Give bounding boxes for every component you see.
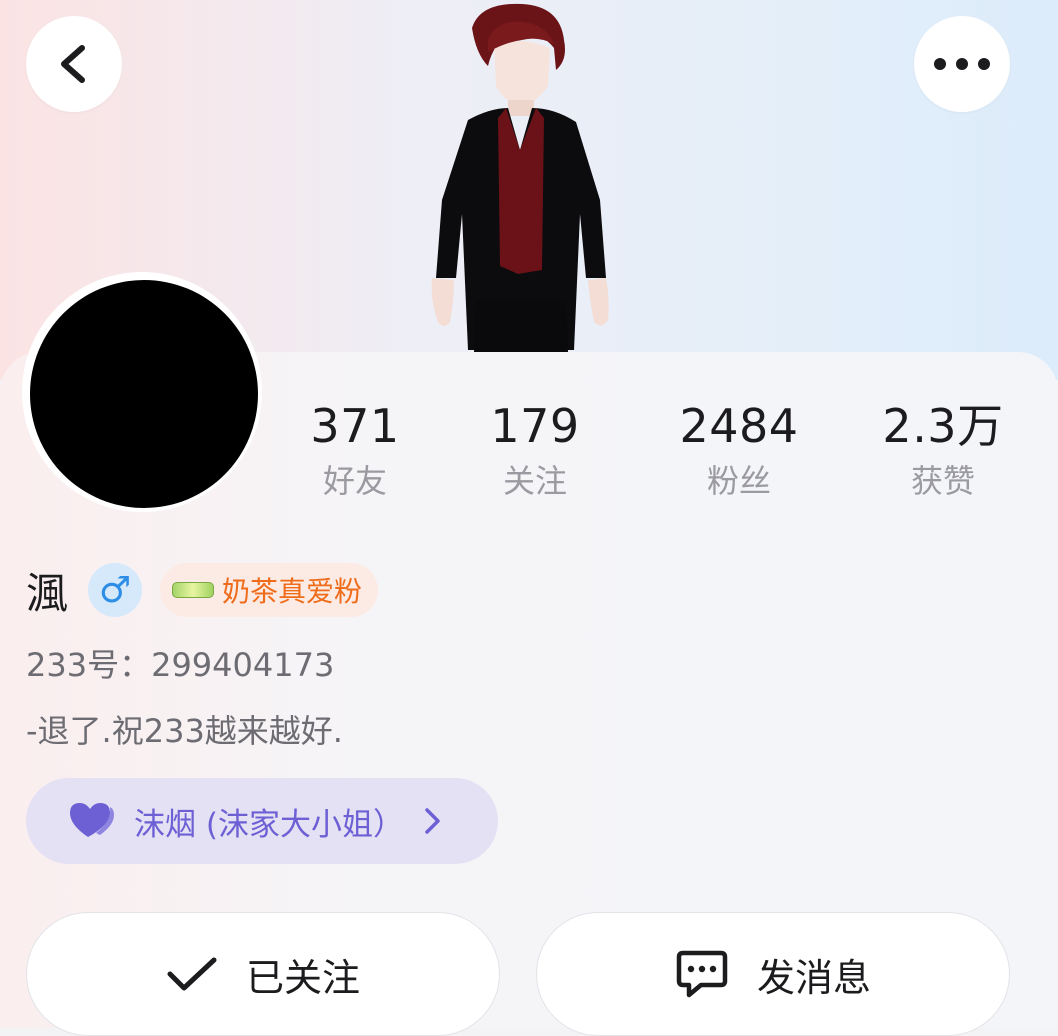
chat-bubble-icon xyxy=(676,950,728,998)
stat-following[interactable]: 179 关注 xyxy=(435,396,635,506)
nickname: 渢 xyxy=(26,568,69,618)
stat-label: 获赞 xyxy=(910,462,975,500)
send-message-button[interactable]: 发消息 xyxy=(536,912,1010,1036)
stat-label: 关注 xyxy=(502,462,567,500)
relation-link[interactable]: 沫烟 (沫家大小姐） xyxy=(26,778,498,864)
followed-label: 已关注 xyxy=(245,955,360,1000)
stat-friends[interactable]: 371 好友 xyxy=(255,396,455,506)
stat-fans[interactable]: 2484 粉丝 xyxy=(639,396,839,506)
stat-value: 2484 xyxy=(679,399,799,453)
chevron-left-icon xyxy=(61,45,85,83)
fan-badge-label: 奶茶真爱粉 xyxy=(222,575,363,608)
stat-label: 粉丝 xyxy=(706,462,771,500)
stat-value: 371 xyxy=(310,399,400,453)
fan-badge[interactable]: 奶茶真爱粉 xyxy=(160,563,379,617)
character-avatar-image xyxy=(431,3,609,352)
stat-likes[interactable]: 2.3万 获赞 xyxy=(843,396,1043,506)
relation-label: 沫烟 (沫家大小姐） xyxy=(134,806,404,843)
more-options-button[interactable] xyxy=(914,16,1010,112)
send-message-label: 发消息 xyxy=(756,955,871,1000)
male-gender-icon: ♂ xyxy=(88,563,143,617)
followed-button[interactable]: 已关注 xyxy=(26,912,500,1036)
double-heart-icon xyxy=(70,803,114,837)
fan-badge-icon xyxy=(172,582,215,598)
stat-label: 好友 xyxy=(322,462,387,500)
stat-value: 2.3万 xyxy=(882,399,1004,453)
name-row: 渢 ♂ 奶茶真爱粉 xyxy=(26,560,379,620)
bio: -退了.祝233越来越好. xyxy=(26,712,343,750)
stat-value: 179 xyxy=(490,399,580,453)
avatar[interactable] xyxy=(30,280,258,508)
check-icon xyxy=(167,957,217,991)
more-horizontal-icon xyxy=(934,58,990,70)
chevron-right-icon xyxy=(425,808,440,834)
back-button[interactable] xyxy=(26,16,122,112)
user-id: 233号：299404173 xyxy=(26,646,335,684)
